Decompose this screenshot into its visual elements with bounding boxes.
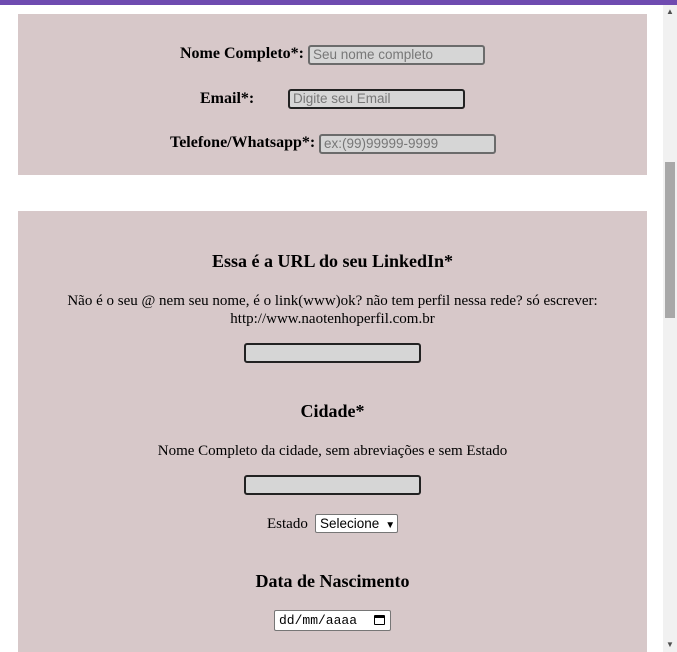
state-select-value: Selecione: [320, 516, 380, 531]
linkedin-description-line1: Não é o seu @ nem seu nome, é o link(www…: [67, 293, 598, 309]
phone-input[interactable]: ex:(99)99999-9999: [319, 134, 496, 154]
linkedin-heading: Essa é a URL do seu LinkedIn*: [211, 251, 454, 271]
vertical-scrollbar[interactable]: ▲ ▼: [663, 5, 677, 652]
linkedin-description-line2: http://www.naotenhoperfil.com.br: [230, 311, 435, 327]
birth-date-input[interactable]: dd/mm/aaaa: [274, 610, 391, 631]
state-select[interactable]: Selecione ▼: [315, 514, 398, 533]
name-input[interactable]: Seu nome completo: [308, 45, 485, 65]
state-label: Estado: [267, 516, 308, 532]
form-page: Nome Completo*: Seu nome completo Email*…: [0, 5, 663, 652]
details-panel: Essa é a URL do seu LinkedIn* Não é o se…: [18, 211, 647, 652]
city-heading: Cidade*: [300, 401, 365, 421]
contact-panel: Nome Completo*: Seu nome completo Email*…: [18, 14, 647, 175]
scroll-down-arrow-icon[interactable]: ▼: [663, 638, 677, 652]
calendar-icon[interactable]: [374, 615, 385, 625]
scrollbar-thumb[interactable]: [665, 162, 675, 318]
scroll-up-arrow-icon[interactable]: ▲: [663, 5, 677, 19]
email-label: Email*:: [200, 90, 255, 107]
email-input[interactable]: Digite seu Email: [288, 89, 465, 109]
birth-date-placeholder: dd/mm/aaaa: [279, 613, 358, 628]
phone-label: Telefone/Whatsapp*:: [170, 134, 316, 151]
city-input[interactable]: [244, 475, 421, 495]
name-label: Nome Completo*:: [180, 45, 304, 62]
linkedin-url-input[interactable]: [244, 343, 421, 363]
city-description: Nome Completo da cidade, sem abreviações…: [157, 443, 508, 459]
chevron-down-icon: ▼: [385, 520, 396, 531]
birth-heading: Data de Nascimento: [255, 571, 410, 591]
